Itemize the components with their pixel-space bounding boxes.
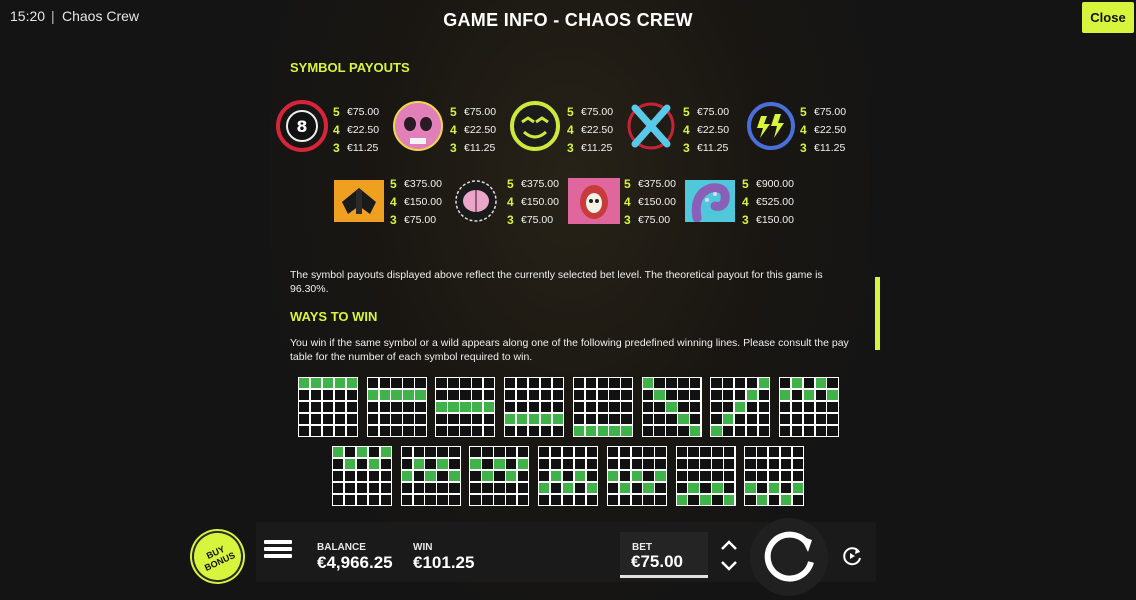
pink-skull-icon	[390, 98, 446, 154]
winning-line-grid	[675, 446, 736, 506]
winning-line-grid	[366, 377, 427, 437]
moth-icon	[334, 180, 384, 222]
blue-x-icon	[623, 98, 679, 154]
page-title: GAME INFO - CHAOS CREW	[443, 10, 693, 30]
lightning-icon	[743, 98, 799, 154]
info-content: SYMBOL PAYOUTS 8 5 €75.00 4 €22.50 3 €11.25…	[276, 40, 870, 520]
svg-text:8: 8	[296, 117, 307, 136]
win-value: €101.25	[413, 553, 475, 572]
payout-list: 5 €375.00 4 €150.00 3 €75.00	[624, 177, 676, 227]
menu-icon[interactable]	[264, 540, 292, 564]
winning-line-grid	[710, 377, 771, 437]
payout-list: 5 €375.00 4 €150.00 3 €75.00	[390, 177, 442, 227]
bet-decrease-icon[interactable]	[718, 557, 740, 575]
payout-list: 5 €75.00 4 €22.50 3 €11.25	[450, 105, 497, 155]
winning-line-grid	[572, 377, 633, 437]
brain-icon	[452, 178, 500, 224]
winning-line-grid	[435, 377, 496, 437]
winning-line-grid	[469, 446, 530, 506]
payout-list: 5 €375.00 4 €150.00 3 €75.00	[507, 177, 559, 227]
balance-value: €4,966.25	[317, 553, 393, 572]
winning-line-grid	[298, 377, 358, 437]
apple-skull-icon	[568, 178, 620, 224]
win-label: WIN	[413, 542, 433, 553]
close-button[interactable]: Close	[1082, 2, 1134, 33]
winning-line-grid	[538, 446, 599, 506]
record-disc-icon: 8	[274, 98, 330, 154]
balance-label: BALANCE	[317, 542, 366, 553]
top-bar: 15:20 | Chaos Crew GAME INFO - CHAOS CRE…	[0, 0, 1136, 40]
payout-list: 5 €75.00 4 €22.50 3 €11.25	[683, 105, 730, 155]
winning-line-grid	[400, 446, 461, 506]
symbol-payouts-heading: SYMBOL PAYOUTS	[290, 60, 410, 75]
green-face-icon	[507, 98, 563, 154]
bet-underline	[620, 575, 708, 578]
tentacle-icon	[685, 180, 735, 223]
payout-note: The symbol payouts displayed above refle…	[290, 269, 823, 295]
buy-bonus-button[interactable]: BUY BONUS	[183, 522, 252, 591]
bet-value: €75.00	[631, 552, 683, 571]
ways-to-win-text: You win if the same symbol or a wild app…	[290, 337, 849, 363]
payout-list: 5 €75.00 4 €22.50 3 €11.25	[567, 105, 614, 155]
winning-line-grid	[744, 446, 805, 506]
bet-increase-icon[interactable]	[718, 536, 740, 554]
spin-icon	[764, 531, 814, 582]
payout-list: 5 €75.00 4 €22.50 3 €11.25	[800, 105, 847, 155]
winning-line-grid	[641, 377, 702, 437]
payout-list: 5 €75.00 4 €22.50 3 €11.25	[333, 105, 380, 155]
spin-button[interactable]	[750, 518, 828, 596]
winning-line-grid	[606, 446, 667, 506]
ways-to-win-heading: WAYS TO WIN	[290, 309, 378, 324]
winning-line-grid	[332, 446, 392, 506]
winning-line-grid	[778, 377, 839, 437]
winning-line-grid	[504, 377, 565, 437]
autoplay-icon[interactable]	[840, 544, 864, 568]
payout-list: 5 €900.00 4 €525.00 3 €150.00	[742, 177, 794, 227]
scrollbar-thumb[interactable]	[875, 277, 880, 350]
